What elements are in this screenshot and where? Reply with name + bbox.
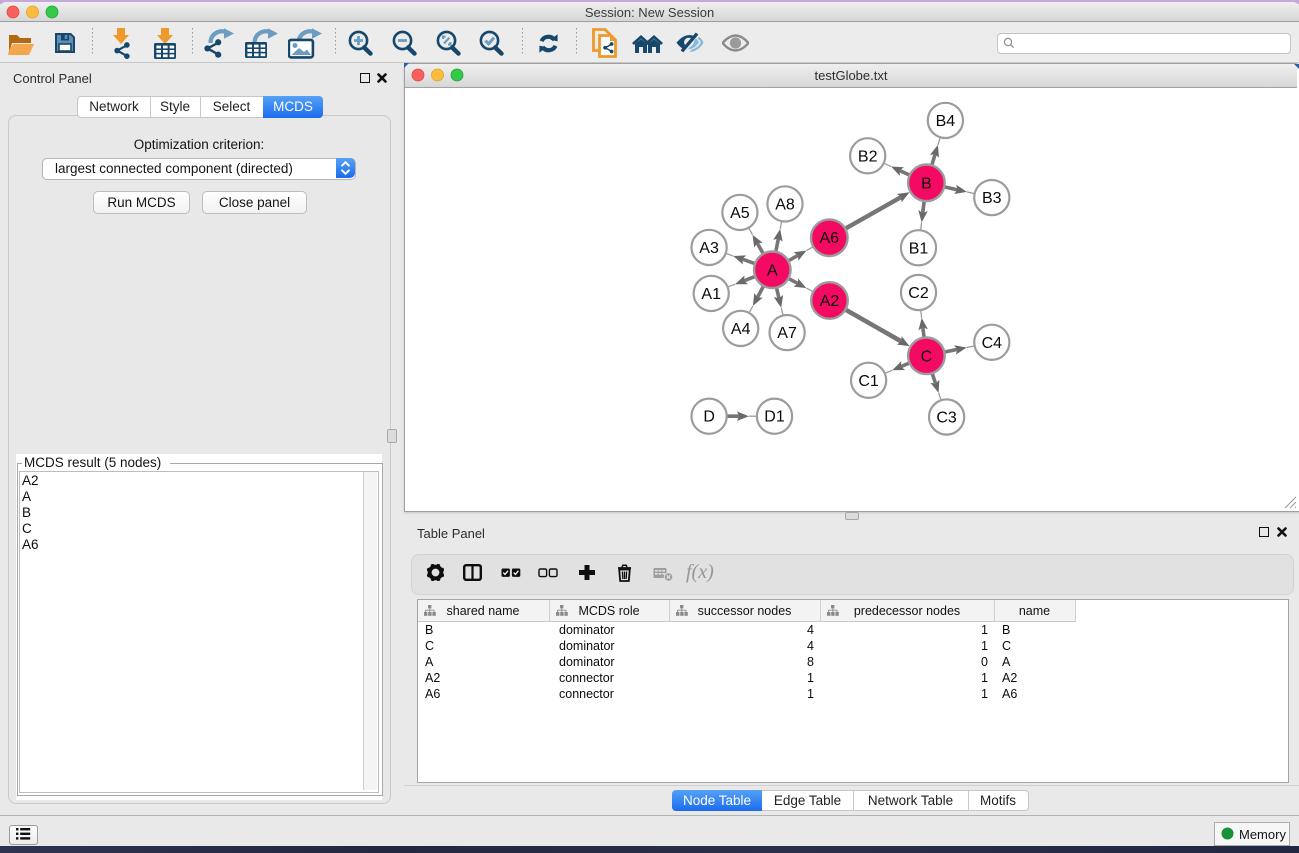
svg-text:A5: A5 (730, 205, 750, 222)
svg-text:A4: A4 (731, 321, 751, 338)
svg-text:C1: C1 (858, 373, 879, 390)
svg-text:C4: C4 (982, 335, 1003, 352)
svg-text:B2: B2 (858, 148, 878, 165)
svg-text:A1: A1 (701, 286, 721, 303)
svg-text:B: B (921, 175, 932, 192)
svg-text:A6: A6 (820, 230, 840, 247)
svg-text:B3: B3 (982, 190, 1002, 207)
svg-text:C2: C2 (908, 285, 929, 302)
svg-text:B1: B1 (909, 240, 929, 257)
svg-text:B4: B4 (936, 113, 956, 130)
svg-text:C3: C3 (936, 410, 957, 427)
svg-text:A: A (767, 262, 778, 279)
svg-text:A2: A2 (820, 293, 840, 310)
svg-text:C: C (921, 348, 933, 365)
svg-text:A8: A8 (775, 196, 795, 213)
svg-text:D: D (703, 409, 715, 426)
svg-text:A7: A7 (777, 325, 797, 342)
svg-text:D1: D1 (764, 409, 785, 426)
svg-text:A3: A3 (699, 240, 719, 257)
